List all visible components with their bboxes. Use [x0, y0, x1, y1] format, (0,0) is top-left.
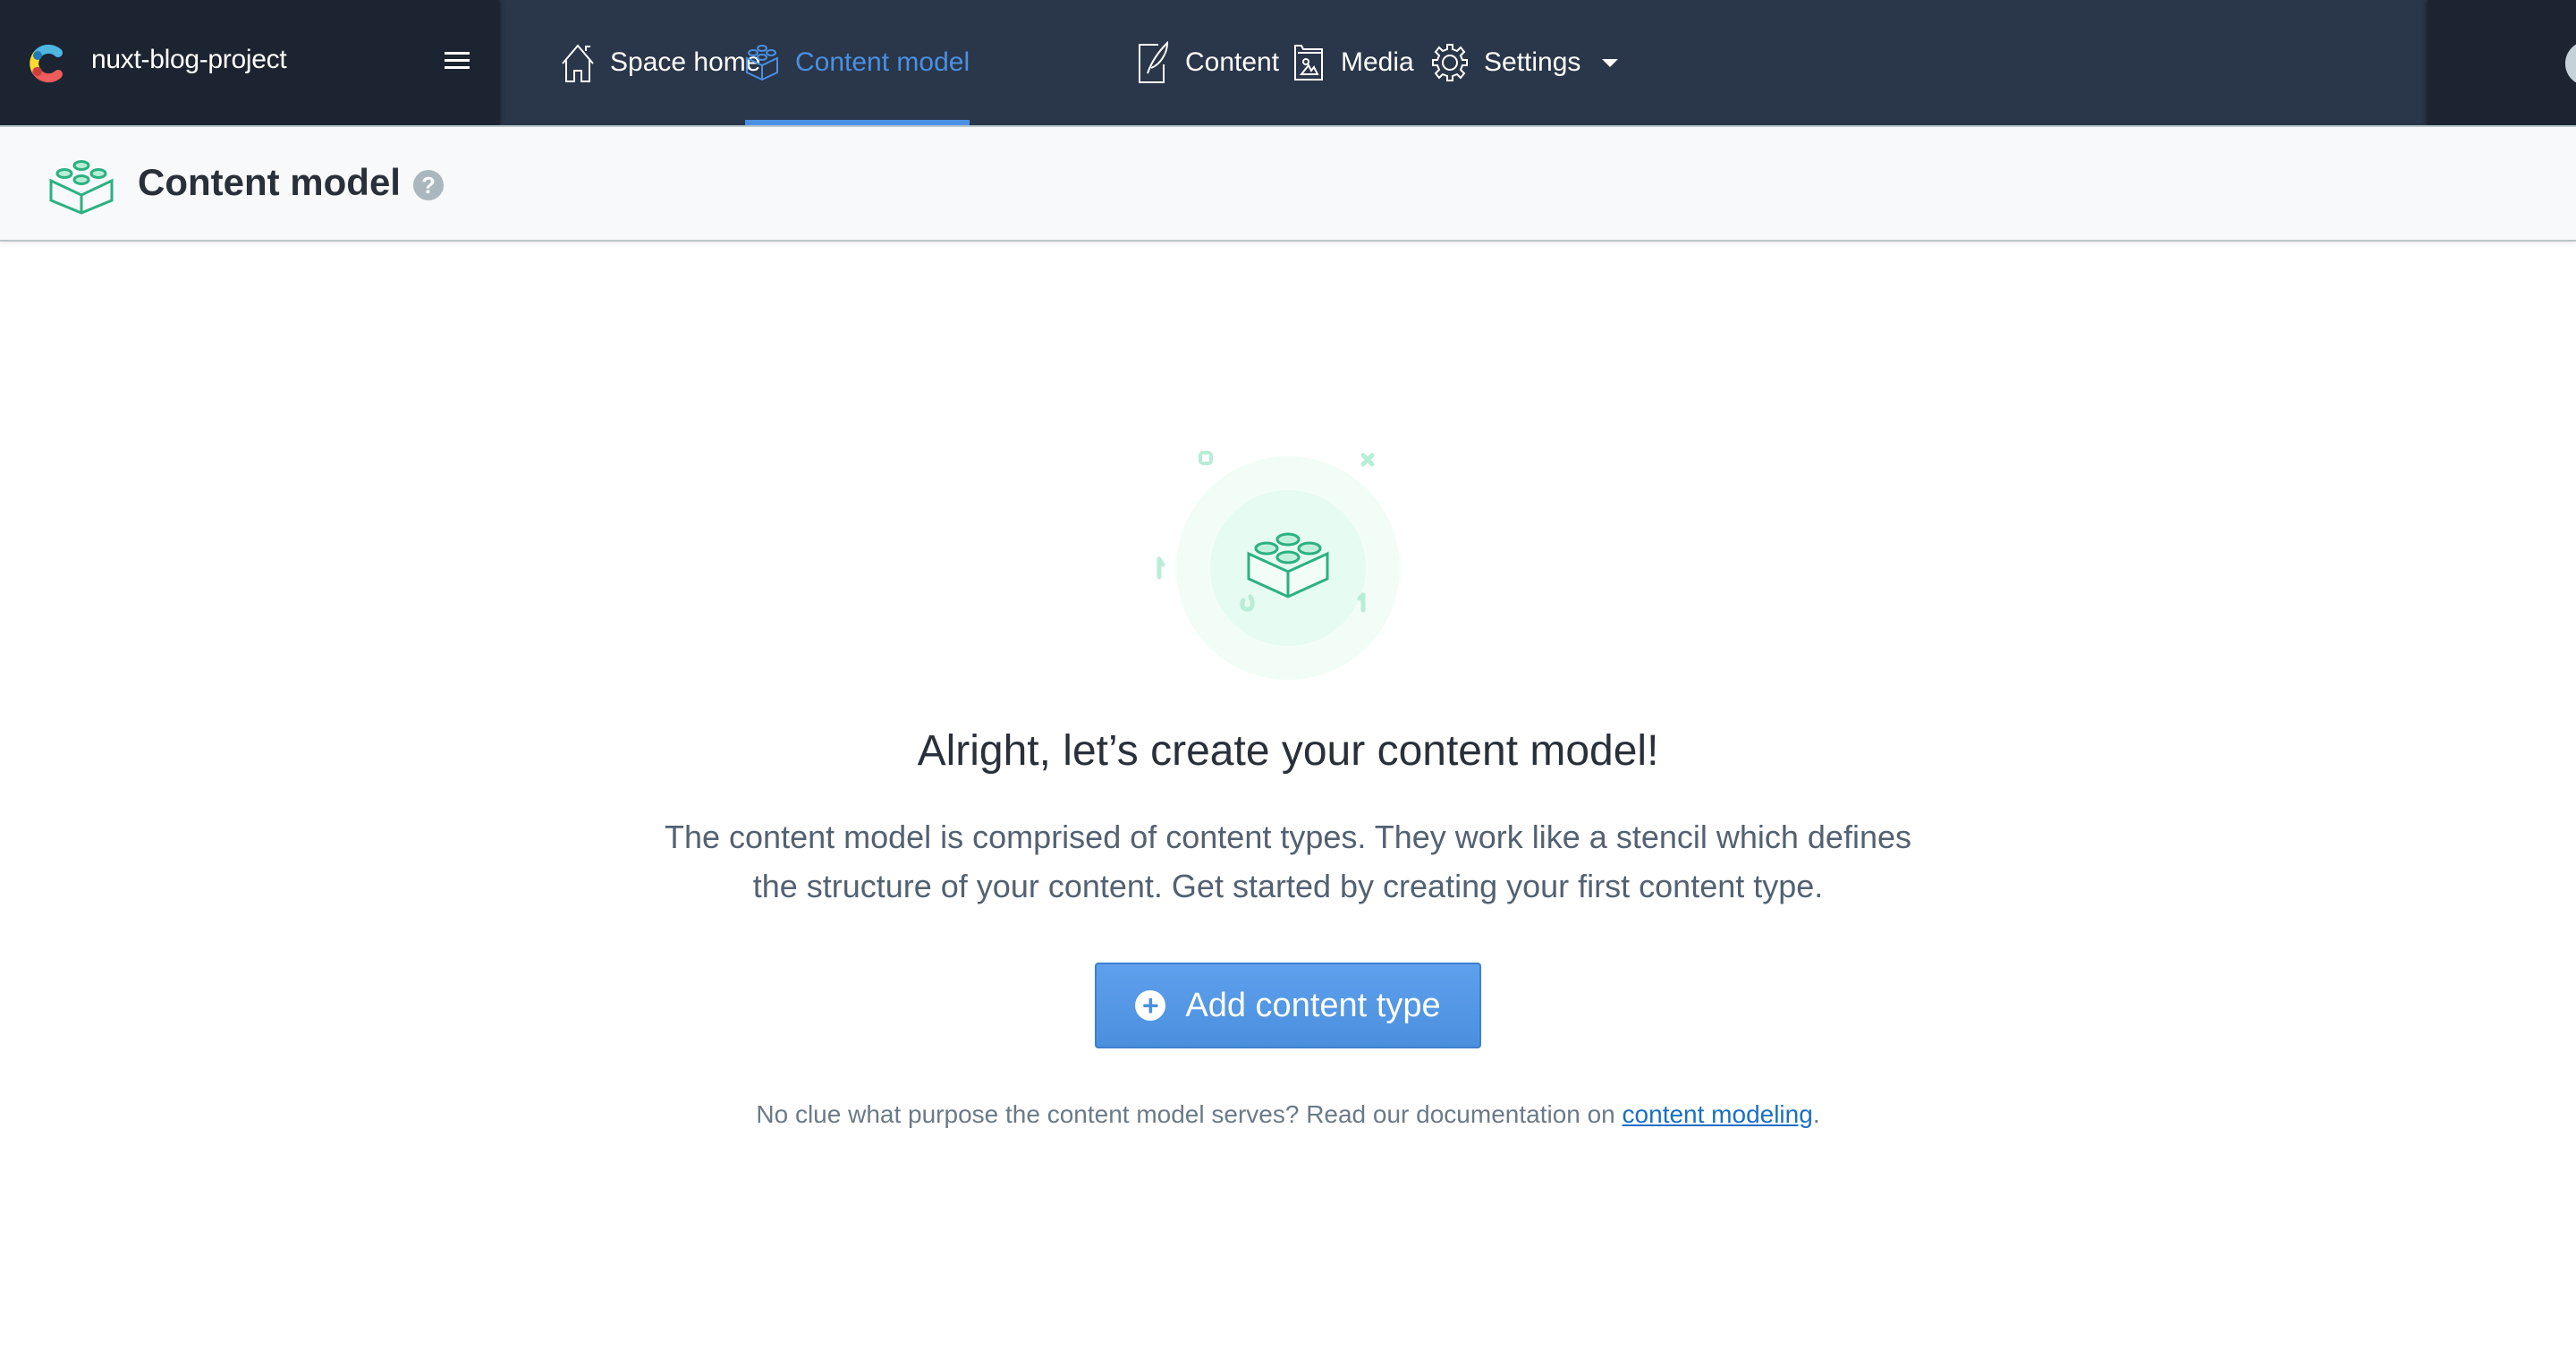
media-icon [1294, 45, 1323, 81]
content-model-icon [746, 45, 778, 81]
home-icon [562, 44, 594, 82]
nav-content[interactable]: Content [1139, 0, 1279, 125]
documentation-note: No clue what purpose the content model s… [0, 1100, 2576, 1129]
footnote-period: . [1812, 1100, 1820, 1128]
content-modeling-link[interactable]: content modeling [1623, 1100, 1813, 1128]
space-name: nuxt-blog-project [91, 45, 287, 74]
nav-label: Space home [610, 47, 761, 77]
nav-label: Settings [1484, 47, 1581, 77]
page-header: Content model ? [0, 125, 2576, 242]
footnote-text: No clue what purpose the content model s… [756, 1100, 1623, 1128]
plus-circle-icon: + [1135, 990, 1166, 1021]
empty-state-headline: Alright, let’s create your content model… [917, 727, 1659, 775]
content-model-illustration [1157, 451, 1400, 680]
cross-decoration [1360, 453, 1375, 467]
account-menu[interactable] [2428, 0, 2576, 125]
chevron-down-icon [1602, 58, 1619, 67]
inner-circle [1210, 490, 1366, 646]
button-label: Add content type [1185, 986, 1441, 1024]
add-content-type-button[interactable]: + Add content type [1095, 963, 1481, 1048]
content-icon [1139, 41, 1169, 83]
nav-space-home[interactable]: Space home [562, 0, 760, 125]
help-icon[interactable]: ? [413, 170, 444, 200]
space-switcher[interactable]: nuxt-blog-project [0, 0, 499, 125]
avatar-icon [2565, 41, 2576, 86]
nav-label: Content model [795, 47, 970, 77]
nav-label: Media [1341, 47, 1414, 77]
nav-settings[interactable]: Settings [1432, 0, 1619, 125]
page-title: Content model [138, 161, 401, 203]
square-decoration [1199, 451, 1213, 465]
content-model-icon [49, 160, 114, 215]
gear-icon [1432, 44, 1468, 81]
empty-state-description: The content model is comprised of conten… [664, 819, 1911, 904]
menu-icon[interactable] [445, 52, 470, 72]
contentful-logo-icon [30, 44, 63, 83]
nav-content-model[interactable]: Content model [745, 0, 970, 125]
nav-media[interactable]: Media [1292, 0, 1414, 125]
nav-label: Content [1185, 47, 1280, 77]
top-navigation-bar: nuxt-blog-project Space home Content mod… [0, 0, 2576, 125]
tick-decoration [1157, 556, 1165, 580]
